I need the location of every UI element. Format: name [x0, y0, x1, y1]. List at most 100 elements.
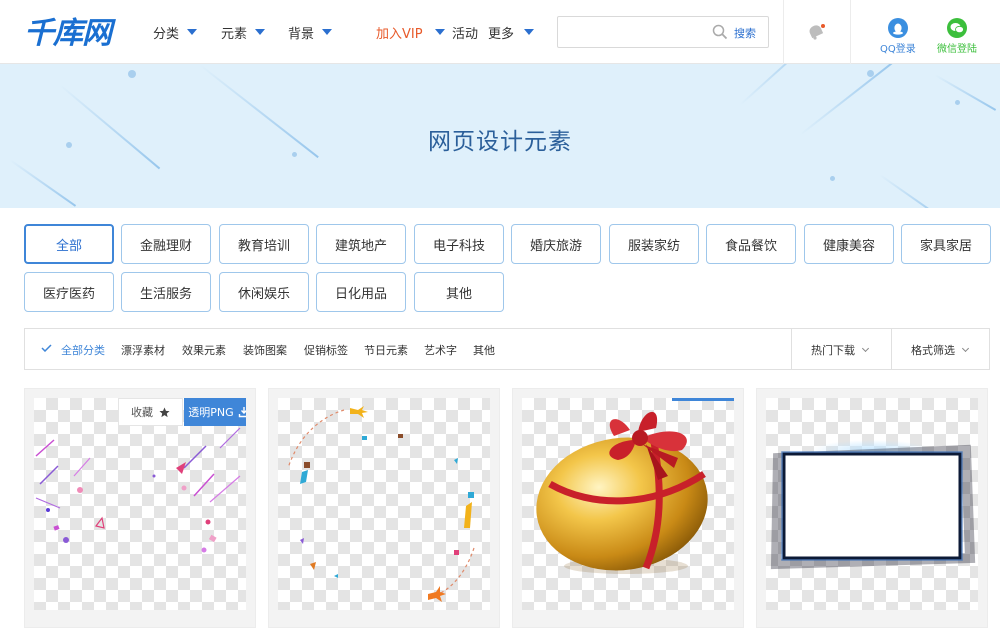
element-thumbnail[interactable] — [522, 398, 734, 610]
wechat-login-label: 微信登陆 — [937, 44, 977, 55]
nav-label: 加入VIP — [376, 26, 423, 42]
nav-label: 活动 — [452, 26, 479, 42]
nav-label: 元素 — [221, 26, 248, 42]
element-card[interactable] — [756, 388, 988, 628]
favorite-button[interactable]: 收藏 — [118, 398, 183, 426]
category-beauty[interactable]: 健康美容 — [804, 224, 894, 264]
confetti-image — [35, 427, 241, 553]
search-button[interactable]: 搜索 — [734, 25, 756, 41]
decor-streak — [9, 159, 77, 207]
filter-tag-other[interactable]: 其他 — [473, 342, 495, 358]
decor-dot — [830, 176, 835, 181]
category-medical[interactable]: 医疗医药 — [24, 272, 114, 312]
category-other[interactable]: 其他 — [414, 272, 504, 312]
category-all[interactable]: 全部 — [24, 224, 114, 264]
qq-login-button[interactable]: QQ登录 — [880, 18, 916, 55]
element-card[interactable] — [512, 388, 744, 628]
download-png-label: 透明PNG — [188, 406, 234, 419]
category-label: 电子科技 — [432, 238, 485, 254]
category-label: 服装家纺 — [627, 238, 680, 254]
glowing-frame-image — [770, 440, 976, 570]
chevron-down-icon — [434, 29, 445, 35]
selection-indicator — [672, 398, 734, 401]
sort-hot-label: 热门下载 — [811, 344, 855, 357]
category-label: 生活服务 — [139, 286, 192, 302]
download-png-button[interactable]: 透明PNG — [184, 398, 246, 426]
nav-item-elements[interactable]: 元素 — [221, 0, 266, 64]
category-label: 建筑地产 — [334, 238, 387, 254]
category-daily-chemicals[interactable]: 日化用品 — [316, 272, 406, 312]
filter-tag-all[interactable]: 全部分类 — [61, 342, 105, 358]
wechat-login-button[interactable]: 微信登陆 — [937, 18, 977, 55]
airplane-frame-image — [287, 406, 475, 602]
download-icon — [238, 407, 246, 418]
category-food[interactable]: 食品餐饮 — [706, 224, 796, 264]
decor-streak — [879, 174, 947, 208]
category-electronics[interactable]: 电子科技 — [414, 224, 504, 264]
nav-item-background[interactable]: 背景 — [288, 0, 333, 64]
nav-item-more[interactable]: 更多 — [488, 0, 535, 64]
decor-dot — [955, 100, 960, 105]
qq-login-label: QQ登录 — [880, 44, 916, 55]
favorite-label: 收藏 — [131, 406, 153, 419]
star-icon — [159, 406, 170, 417]
category-wedding-travel[interactable]: 婚庆旅游 — [511, 224, 601, 264]
element-card[interactable]: 收藏 透明PNG — [24, 388, 256, 628]
nav-item-activity[interactable]: 活动 — [452, 0, 478, 64]
nav-item-category[interactable]: 分类 — [153, 0, 198, 64]
qq-icon — [887, 18, 908, 38]
divider — [850, 0, 851, 64]
format-filter-label: 格式筛选 — [911, 344, 955, 357]
element-thumbnail[interactable] — [278, 398, 490, 610]
format-filter-dropdown[interactable]: 格式筛选 — [911, 342, 970, 358]
element-card[interactable] — [268, 388, 500, 628]
category-furniture[interactable]: 家具家居 — [901, 224, 991, 264]
filter-tag-art-text[interactable]: 艺术字 — [424, 342, 457, 358]
search-icon[interactable] — [712, 24, 728, 40]
decor-streak — [739, 64, 823, 106]
divider — [891, 329, 892, 369]
check-icon — [41, 344, 52, 352]
filter-tag-floating[interactable]: 漂浮素材 — [121, 342, 165, 358]
decor-dot — [128, 70, 136, 78]
element-thumbnail[interactable] — [766, 398, 978, 610]
category-label: 休闲娱乐 — [237, 286, 290, 302]
chevron-down-icon — [187, 29, 198, 35]
nav-item-vip[interactable]: 加入VIP — [376, 0, 445, 64]
sort-hot-dropdown[interactable]: 热门下载 — [811, 342, 870, 358]
chevron-down-icon — [255, 29, 266, 35]
decor-dot — [867, 70, 874, 77]
element-thumbnail[interactable]: 收藏 透明PNG — [34, 398, 246, 610]
category-label: 家具家居 — [919, 238, 972, 254]
filter-tag-festival[interactable]: 节日元素 — [364, 342, 408, 358]
chevron-down-icon — [322, 29, 333, 35]
divider — [783, 0, 784, 64]
filter-tag-promo[interactable]: 促销标签 — [304, 342, 348, 358]
decor-streak — [934, 74, 997, 111]
filter-tag-decor[interactable]: 装饰图案 — [243, 342, 287, 358]
category-services[interactable]: 生活服务 — [121, 272, 211, 312]
logo-text: 千库网 — [24, 16, 112, 51]
bell-icon[interactable] — [806, 22, 826, 42]
wechat-icon — [947, 18, 967, 38]
filter-tag-effects[interactable]: 效果元素 — [182, 342, 226, 358]
category-label: 健康美容 — [822, 238, 875, 254]
category-label: 婚庆旅游 — [529, 238, 582, 254]
category-apparel[interactable]: 服装家纺 — [609, 224, 699, 264]
filter-bar: 全部分类 漂浮素材 效果元素 装饰图案 促销标签 节日元素 艺术字 其他 热门下… — [24, 328, 990, 370]
category-label: 食品餐饮 — [724, 238, 777, 254]
divider — [791, 329, 792, 369]
category-label: 金融理财 — [139, 238, 192, 254]
nav-label: 更多 — [488, 26, 515, 42]
category-education[interactable]: 教育培训 — [219, 224, 309, 264]
category-leisure[interactable]: 休闲娱乐 — [219, 272, 309, 312]
search-input[interactable] — [558, 17, 706, 47]
chevron-down-icon — [861, 344, 870, 353]
nav-label: 分类 — [153, 26, 180, 42]
category-label: 教育培训 — [237, 238, 290, 254]
chevron-down-icon — [961, 344, 970, 353]
category-finance[interactable]: 金融理财 — [121, 224, 211, 264]
golden-egg-image — [536, 411, 708, 574]
site-logo[interactable]: 千库网 — [24, 13, 112, 51]
category-real-estate[interactable]: 建筑地产 — [316, 224, 406, 264]
